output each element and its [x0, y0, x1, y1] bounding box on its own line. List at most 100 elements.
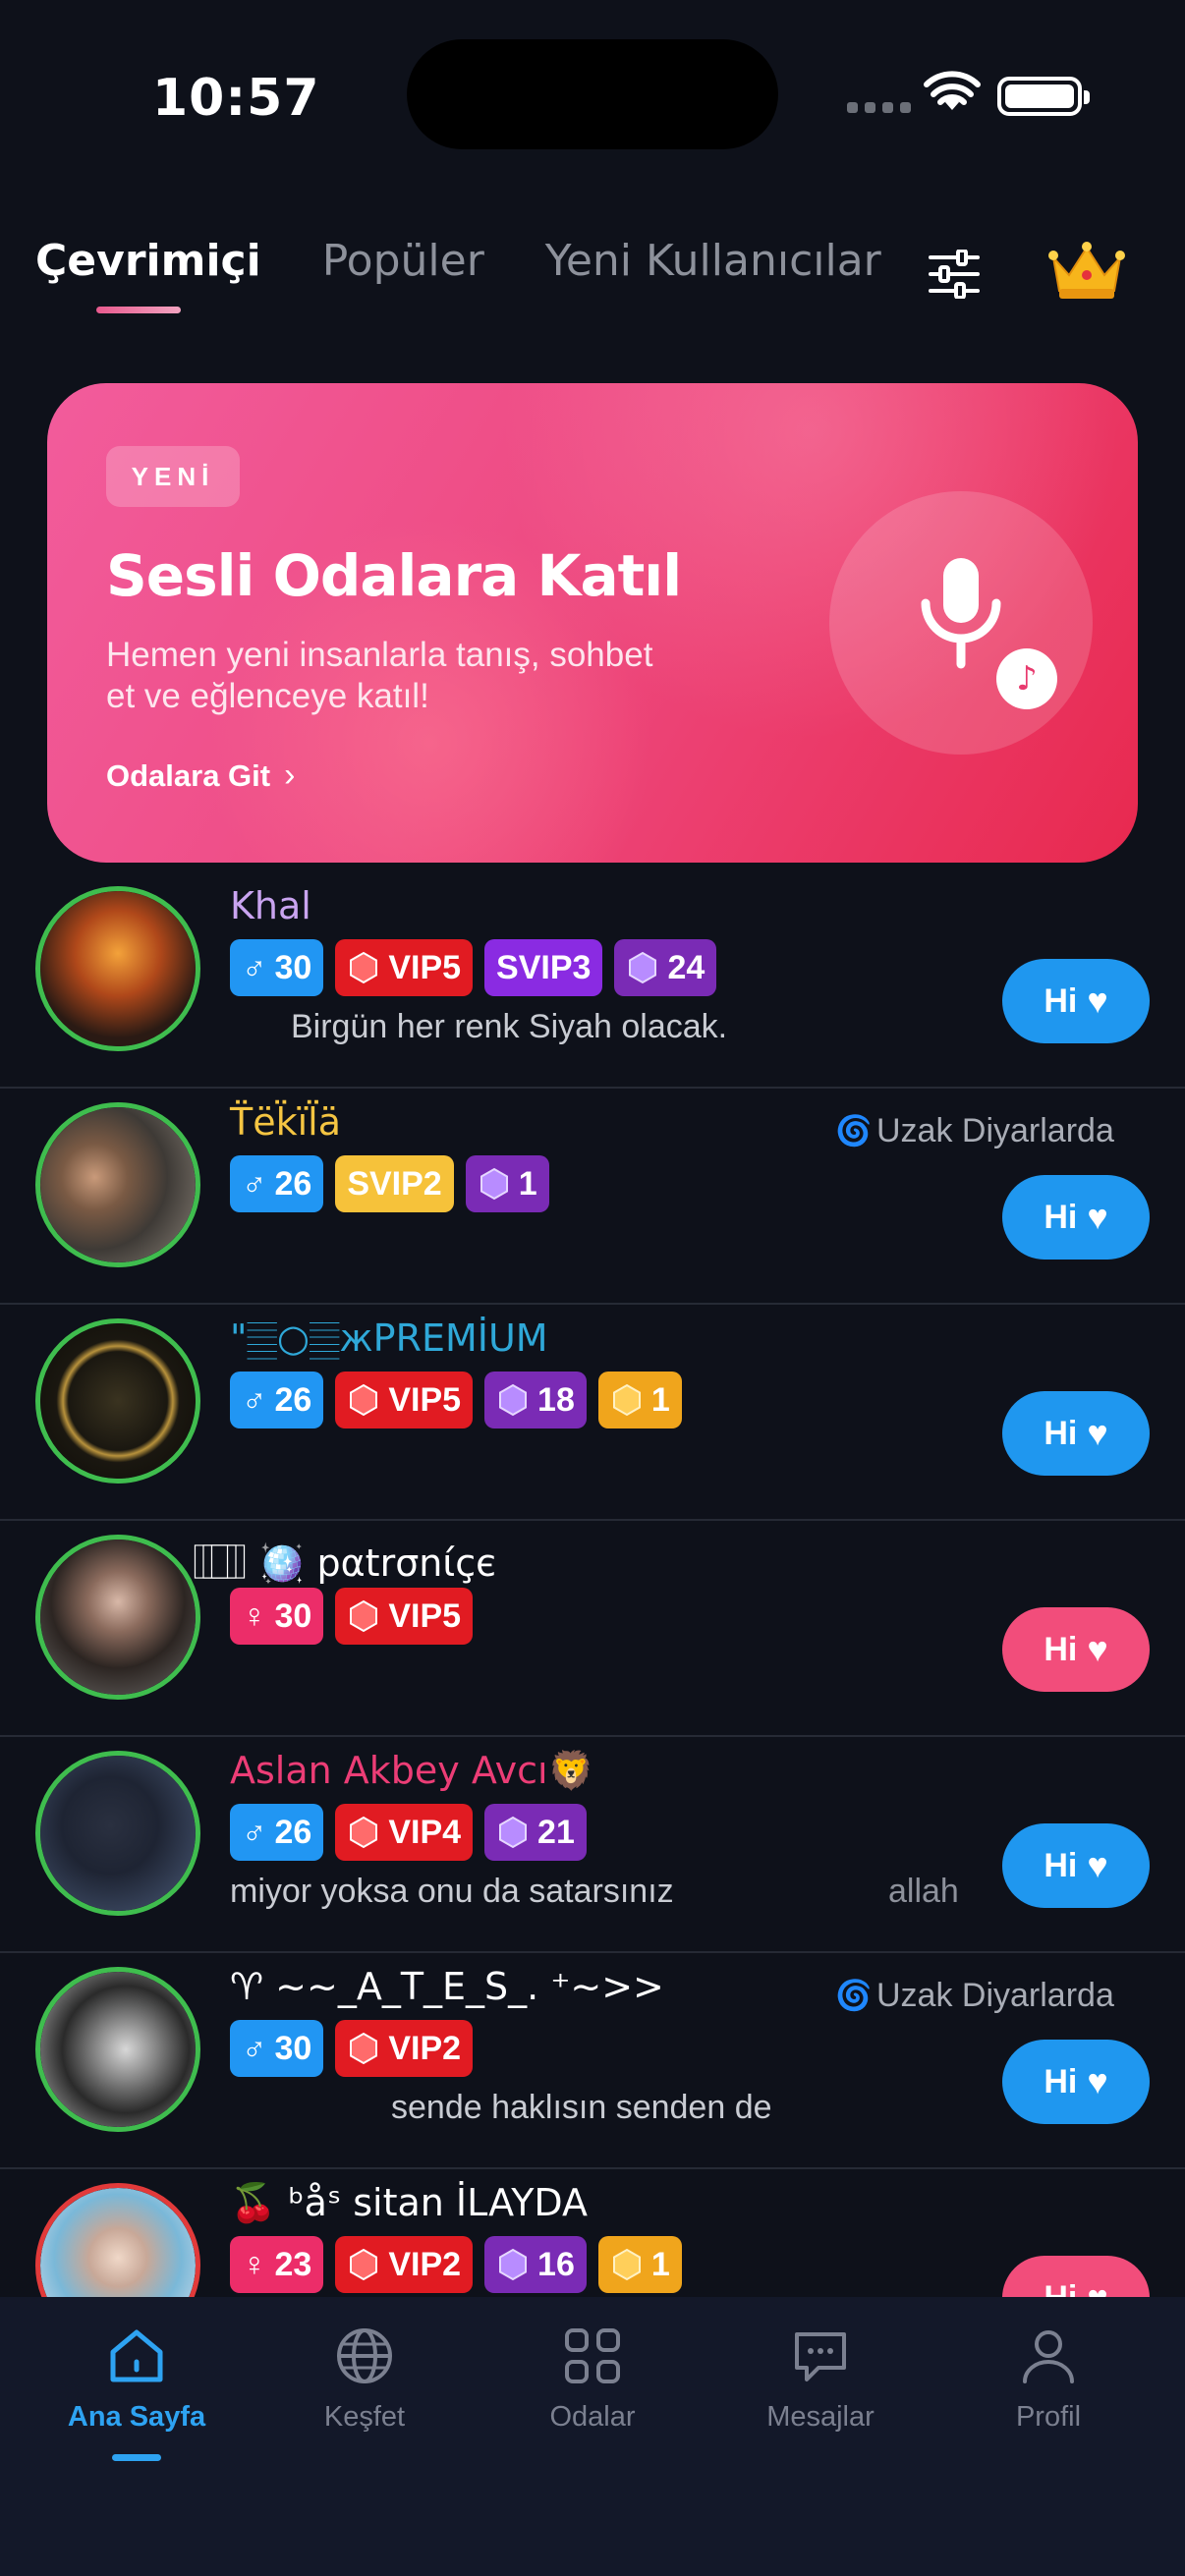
avatar[interactable] [35, 886, 200, 1051]
gem-icon [480, 1167, 508, 1201]
gem-icon [499, 2248, 528, 2281]
nav-profile[interactable]: Profil [935, 2324, 1161, 2434]
home-icon [110, 2329, 163, 2382]
battery-icon [997, 77, 1090, 116]
gold-level-badge: 1 [597, 2236, 682, 2293]
user-icon [1023, 2330, 1074, 2383]
nav-messages[interactable]: Mesajlar [707, 2324, 933, 2434]
gem-level-badge: 24 [614, 939, 717, 996]
banner-subtitle: Hemen yeni insanlarla tanış, sohbet et v… [106, 636, 653, 715]
gender-age-badge: ♂ 26 [230, 1155, 324, 1212]
heart-icon: ♥ [1087, 1197, 1108, 1237]
user-badges: ♂ 26 VIP5 18 1 [230, 1372, 682, 1428]
user-status: miyor yoksa onu da satarsınız [230, 1873, 674, 1910]
avatar[interactable] [35, 1751, 200, 1916]
say-hi-button[interactable]: Hi♥ [1002, 1391, 1150, 1476]
say-hi-button[interactable]: Hi♥ [1002, 2040, 1150, 2124]
spiral-icon: 🌀 [835, 1114, 873, 1148]
user-row[interactable]: T̈ëk̈ïl̈ä 🌀 Uzak Diyarlarda ♂ 26 SVIP2 1 H… [0, 1089, 1185, 1305]
gem-level-badge: 1 [465, 1155, 549, 1212]
nav-explore[interactable]: Keşfet [252, 2324, 478, 2434]
user-badges: ♀ 23 VIP2 16 1 [230, 2236, 682, 2293]
music-note-icon: ♪ [996, 648, 1057, 709]
cellular-signal-icon [847, 102, 911, 113]
spiral-icon: 🌀 [835, 1979, 873, 2012]
gem-icon [629, 951, 657, 984]
avatar[interactable] [35, 1318, 200, 1484]
user-name: 🍒 ᵇåˢ sitan İLAYDA [230, 2181, 589, 2224]
gem-level-badge: 16 [484, 2236, 587, 2293]
gender-age-badge: ♂ 26 [230, 1804, 324, 1861]
vip-hex-icon [350, 1599, 378, 1633]
user-row[interactable]: Khal ♂ 30 VIP5 SVIP3 24 Birgün her renk S… [0, 872, 1185, 1089]
active-tab-indicator [112, 2454, 161, 2461]
say-hi-button[interactable]: Hi♥ [1002, 1175, 1150, 1260]
male-icon: ♂ [242, 2029, 267, 2067]
sliders-icon[interactable] [929, 250, 980, 299]
vip-badge: VIP2 [335, 2020, 474, 2077]
male-icon: ♂ [242, 948, 267, 986]
voice-rooms-banner[interactable]: YENİ Sesli Odalara Katıl Hemen yeni insa… [47, 383, 1138, 863]
male-icon: ♂ [242, 1164, 267, 1203]
gem-level-badge: 21 [484, 1804, 587, 1861]
say-hi-button[interactable]: Hi♥ [1002, 2256, 1150, 2297]
user-row[interactable]: Aslan Akbey Avcı🦁 ♂ 26 VIP4 21 miyor yoks… [0, 1737, 1185, 1953]
user-location: 🌀 Uzak Diyarlarda [835, 1977, 1114, 2014]
say-hi-button[interactable]: Hi♥ [1002, 1607, 1150, 1692]
go-to-rooms-label: Odalara Git [106, 757, 271, 793]
gem-icon [499, 1383, 528, 1417]
avatar[interactable] [35, 1102, 200, 1267]
avatar[interactable] [35, 1535, 200, 1700]
vip-badge: VIP5 [335, 1588, 474, 1645]
banner-title: Sesli Odalara Katıl [106, 542, 682, 609]
new-badge: YENİ [106, 446, 240, 507]
gold-gem-icon [612, 1383, 641, 1417]
user-badges: ♀ 30 VIP5 [230, 1588, 474, 1645]
vip-hex-icon [350, 1383, 378, 1417]
nav-home[interactable]: Ana Sayfa [24, 2324, 250, 2434]
grid-icon [565, 2328, 620, 2383]
user-row[interactable]: ♈ ~~_A_T_E_S_. ⁺~>> 🌀 Uzak Diyarlarda ♂ 30… [0, 1953, 1185, 2169]
tab-popular[interactable]: Popüler [322, 236, 484, 286]
user-badges: ♂ 30 VIP5 SVIP3 24 [230, 939, 717, 996]
heart-icon: ♥ [1087, 1413, 1108, 1453]
user-name: "𝄛○𝄛жPREMİUM [230, 1316, 548, 1360]
user-row[interactable]: ⃞ ⃞ ⃞ 🪩 pαtrσnίçє ♀ 30 VIP5 Hi ♥ [0, 1521, 1185, 1737]
gem-icon [499, 1816, 528, 1849]
avatar[interactable] [35, 2183, 200, 2297]
user-badges: ♂ 30 VIP2 [230, 2020, 474, 2077]
microphone-circle: ♪ [829, 491, 1093, 755]
gold-level-badge: 1 [597, 1372, 682, 1428]
user-name: T̈ëk̈ïl̈ä [230, 1100, 341, 1144]
male-icon: ♂ [242, 1380, 267, 1419]
avatar[interactable] [35, 1967, 200, 2132]
say-hi-button[interactable]: Hi♥ [1002, 1823, 1150, 1908]
nav-rooms[interactable]: Odalar [480, 2324, 705, 2434]
tab-new-users[interactable]: Yeni Kullanıcılar [545, 236, 881, 286]
gem-level-badge: 18 [484, 1372, 587, 1428]
user-name: ⃞ ⃞ ⃞ 🪩 pαtrσnίçє [230, 1541, 496, 1585]
user-badges: ♂ 26 SVIP2 1 [230, 1155, 549, 1212]
gender-age-badge: ♀ 23 [230, 2236, 324, 2293]
vip-hex-icon [350, 2248, 378, 2281]
crown-icon[interactable] [1047, 242, 1126, 303]
globe-icon [337, 2328, 392, 2383]
microphone-icon [921, 558, 1001, 669]
gender-age-badge: ♀ 30 [230, 1588, 324, 1645]
user-row[interactable]: 🍒 ᵇåˢ sitan İLAYDA ♀23 VIP2 16 1 Hi♥ [0, 2169, 1185, 2297]
user-row[interactable]: "𝄛○𝄛жPREMİUM ♂ 26 VIP5 18 1 Hi ♥ [0, 1305, 1185, 1521]
dynamic-island [407, 39, 778, 149]
female-icon: ♀ [242, 1596, 267, 1635]
tab-online[interactable]: Çevrimiçi [35, 236, 261, 313]
heart-icon: ♥ [1087, 2280, 1107, 2298]
gender-age-badge: ♂ 30 [230, 939, 324, 996]
online-user-list: Khal ♂ 30 VIP5 SVIP3 24 Birgün her renk S… [0, 872, 1185, 2297]
status-bar: 10:57 [0, 0, 1185, 187]
user-location: 🌀 Uzak Diyarlarda [835, 1112, 1114, 1149]
vip-hex-icon [350, 2032, 378, 2065]
say-hi-button[interactable]: Hi♥ [1002, 959, 1150, 1043]
vip-badge: VIP4 [335, 1804, 474, 1861]
go-to-rooms-link[interactable]: Odalara Git › [106, 756, 295, 795]
heart-icon: ♥ [1087, 2061, 1108, 2101]
chat-icon [795, 2332, 846, 2381]
